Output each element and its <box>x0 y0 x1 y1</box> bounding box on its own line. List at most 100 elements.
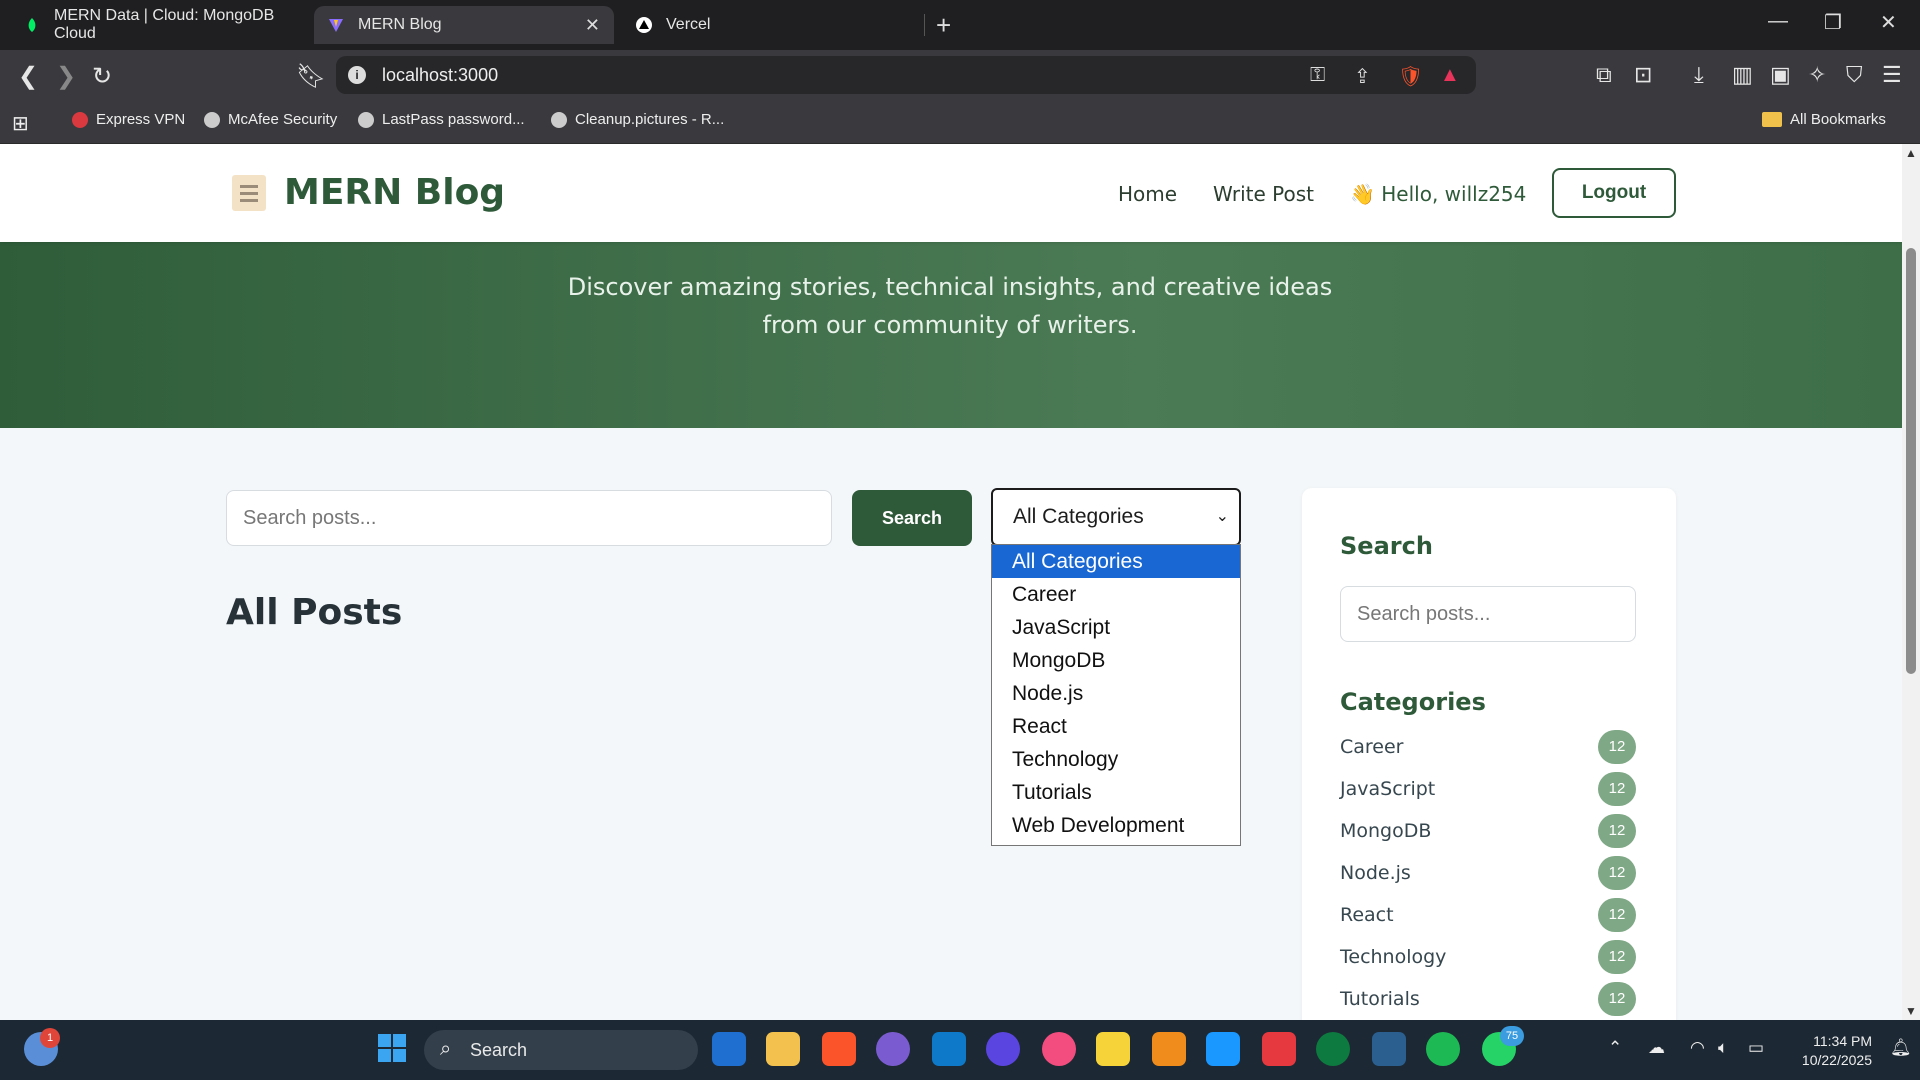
address-bar[interactable]: i localhost:3000 ⚿ ⇪ 🛡︎ ▲ <box>336 56 1476 94</box>
bookmark-cleanup[interactable]: Cleanup.pictures - R... <box>551 111 724 128</box>
search-button[interactable]: Search <box>852 490 972 546</box>
canva-icon[interactable] <box>986 1032 1020 1066</box>
spotify-icon[interactable] <box>1426 1032 1460 1066</box>
tab-search-icon[interactable]: ⊡ <box>1634 62 1652 88</box>
logout-button[interactable]: Logout <box>1552 168 1676 218</box>
windows-start-icon[interactable] <box>376 1032 410 1066</box>
wallet-icon[interactable]: ▣ <box>1770 62 1791 88</box>
notifications-icon[interactable]: 🔔︎ <box>1890 1038 1912 1058</box>
vite-icon <box>328 17 344 33</box>
brave-shield-icon[interactable]: 🛡︎ <box>1398 64 1423 89</box>
dropdown-option[interactable]: Node.js <box>992 677 1240 710</box>
key-icon[interactable]: ⚿ <box>1310 64 1325 87</box>
chevron-up-icon[interactable]: ⌃ <box>1608 1038 1622 1058</box>
category-item[interactable]: Node.js 12 <box>1340 856 1636 890</box>
battery-icon[interactable]: ▭ <box>1748 1038 1764 1058</box>
scroll-down-icon[interactable]: ▼ <box>1905 1004 1917 1018</box>
apps-grid-icon[interactable]: ⊞ <box>12 111 29 136</box>
bookmark-express-vpn[interactable]: Express VPN <box>72 111 185 128</box>
sticky-notes-icon[interactable] <box>1096 1032 1130 1066</box>
dropdown-option[interactable]: React <box>992 710 1240 743</box>
weather-badge: 1 <box>40 1028 60 1048</box>
sidebar-search-input[interactable] <box>1340 586 1636 642</box>
vscode-icon[interactable] <box>932 1032 966 1066</box>
wifi-icon[interactable]: ◠ <box>1690 1038 1705 1058</box>
scroll-up-icon[interactable]: ▲ <box>1905 146 1917 160</box>
category-select-value: All Categories <box>1013 505 1144 528</box>
category-item[interactable]: MongoDB 12 <box>1340 814 1636 848</box>
category-item[interactable]: Technology 12 <box>1340 940 1636 974</box>
browser-tab-bar: MERN Data | Cloud: MongoDB Cloud MERN Bl… <box>0 0 1920 50</box>
share-icon[interactable]: ⇪ <box>1354 64 1371 89</box>
chevron-down-icon: ⌄ <box>1215 508 1229 525</box>
bookmark-lastpass[interactable]: LastPass password... <box>358 111 525 128</box>
scrollbar-thumb[interactable] <box>1906 248 1916 674</box>
tab-separator <box>924 14 925 36</box>
windows-taskbar: 1 ⌕ Search 75 ⌃ ☁ ◠ 🔈︎ ▭ 11:34 PM 10/22/… <box>0 1020 1920 1080</box>
site-logo[interactable]: MERN Blog <box>232 172 505 213</box>
prime-video-icon[interactable] <box>1206 1032 1240 1066</box>
all-bookmarks[interactable]: All Bookmarks <box>1762 111 1886 128</box>
back-icon[interactable]: ❮ <box>18 62 38 91</box>
dropdown-option[interactable]: MongoDB <box>992 644 1240 677</box>
category-item[interactable]: JavaScript 12 <box>1340 772 1636 806</box>
nav-write-post[interactable]: Write Post <box>1213 182 1314 206</box>
system-clock[interactable]: 11:34 PM 10/22/2025 <box>1788 1032 1872 1070</box>
snipping-tool-icon[interactable] <box>1372 1032 1406 1066</box>
category-name: MongoDB <box>1340 820 1432 842</box>
dropdown-option[interactable]: All Categories <box>992 545 1240 578</box>
sidebar-icon[interactable]: ▥ <box>1732 62 1753 88</box>
tab-mern-blog[interactable]: MERN Blog ✕ <box>314 6 614 44</box>
file-explorer-icon[interactable] <box>766 1032 800 1066</box>
category-name: Technology <box>1340 946 1447 968</box>
dropdown-option[interactable]: Career <box>992 578 1240 611</box>
category-item[interactable]: Career 12 <box>1340 730 1636 764</box>
minimize-icon[interactable]: — <box>1768 10 1788 33</box>
expressvpn-icon <box>72 111 88 128</box>
leo-ai-icon[interactable]: ✧ <box>1808 62 1826 88</box>
onedrive-icon[interactable]: ☁ <box>1648 1038 1665 1058</box>
mongodb-compass-icon[interactable] <box>1316 1032 1350 1066</box>
site-header: MERN Blog Home Write Post 👋 Hello, willz… <box>0 144 1902 242</box>
category-select[interactable]: All Categories ⌄ <box>991 488 1241 546</box>
category-item[interactable]: Tutorials 12 <box>1340 982 1636 1016</box>
bookmark-icon[interactable]: 🔖︎ <box>296 62 326 91</box>
download-icon[interactable]: ⤓ <box>1694 62 1704 88</box>
dropdown-option[interactable]: JavaScript <box>992 611 1240 644</box>
dropdown-option[interactable]: Tutorials <box>992 776 1240 809</box>
forward-icon[interactable]: ❯ <box>56 62 76 91</box>
vpn-icon[interactable]: ⛉ <box>1846 62 1863 88</box>
tab-mongodb[interactable]: MERN Data | Cloud: MongoDB Cloud <box>10 6 310 44</box>
reload-icon[interactable]: ↻ <box>92 62 112 91</box>
brave-browser-icon[interactable] <box>822 1032 856 1066</box>
hero-banner: Discover amazing stories, technical insi… <box>0 242 1902 428</box>
dropdown-option[interactable]: Web Development <box>992 809 1240 842</box>
anydesk-icon[interactable] <box>1262 1032 1296 1066</box>
restore-icon[interactable]: ❐ <box>1824 10 1842 35</box>
category-item[interactable]: React 12 <box>1340 898 1636 932</box>
vlc-icon[interactable] <box>1152 1032 1186 1066</box>
bookmark-label: Express VPN <box>96 111 186 128</box>
nav-home[interactable]: Home <box>1118 182 1177 206</box>
outlook-icon[interactable] <box>712 1032 746 1066</box>
menu-icon[interactable]: ☰ <box>1882 62 1902 88</box>
dropdown-option[interactable]: Technology <box>992 743 1240 776</box>
taskbar-search[interactable]: ⌕ Search <box>424 1030 698 1070</box>
clock-time: 11:34 PM <box>1813 1033 1872 1049</box>
close-window-icon[interactable]: ✕ <box>1880 10 1897 35</box>
brave-rewards-icon[interactable]: ▲ <box>1440 64 1460 87</box>
tab-vercel[interactable]: Vercel <box>622 6 922 44</box>
plus-icon[interactable]: + <box>936 10 951 41</box>
itunes-icon[interactable] <box>1042 1032 1076 1066</box>
bookmark-mcafee[interactable]: McAfee Security <box>204 111 337 128</box>
close-tab-icon[interactable]: ✕ <box>585 15 600 36</box>
category-name: Node.js <box>1340 862 1411 884</box>
category-name: Tutorials <box>1340 988 1420 1010</box>
extensions-icon[interactable]: ⧉ <box>1596 62 1612 88</box>
github-desktop-icon[interactable] <box>876 1032 910 1066</box>
volume-icon[interactable]: 🔈︎ <box>1718 1038 1728 1058</box>
site-info-icon[interactable]: i <box>348 66 366 84</box>
page-scrollbar[interactable]: ▲ ▼ <box>1902 144 1920 1020</box>
all-bookmarks-label: All Bookmarks <box>1790 111 1886 128</box>
search-input[interactable] <box>226 490 832 546</box>
